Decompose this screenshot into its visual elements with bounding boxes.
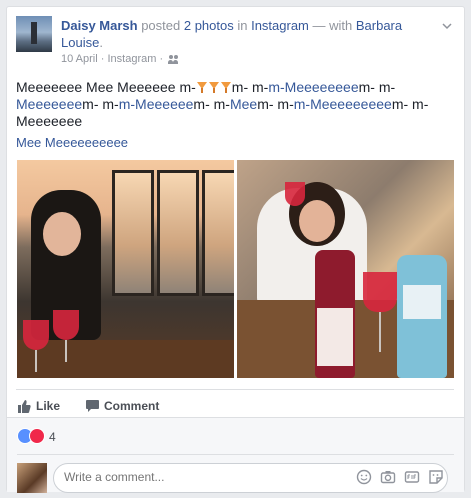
post-headline: Daisy Marsh posted 2 photos in Instagram… bbox=[61, 17, 402, 51]
love-reaction-icon bbox=[29, 428, 45, 444]
meta-separator-2: · bbox=[159, 53, 164, 65]
post-photo-2[interactable] bbox=[237, 160, 454, 378]
gif-icon[interactable] bbox=[404, 469, 420, 485]
tagged-user-link[interactable]: Barbara bbox=[356, 18, 402, 33]
headline-period: . bbox=[99, 35, 103, 50]
glass-stem bbox=[65, 340, 67, 362]
comment-input[interactable] bbox=[64, 470, 344, 484]
glass-stem bbox=[35, 350, 37, 372]
comment-button[interactable]: Comment bbox=[86, 399, 159, 413]
tagged-user-first: Barbara bbox=[355, 18, 403, 33]
glass-stem bbox=[379, 312, 381, 352]
comment-icon bbox=[86, 400, 99, 412]
post-body: Meeeeeee Mee Meeeeee m-m- m-m-Meeeeeeeem… bbox=[16, 79, 446, 130]
with-text: — with bbox=[308, 18, 356, 33]
comment-composer bbox=[17, 454, 454, 493]
cocktail-glass bbox=[53, 310, 79, 340]
meta-separator: · bbox=[100, 53, 105, 65]
bottle bbox=[315, 250, 355, 378]
tagged-user-link-continued[interactable]: Louise bbox=[61, 35, 99, 50]
bottle bbox=[397, 255, 447, 378]
posted-text: posted bbox=[137, 18, 184, 33]
cocktail-glass bbox=[23, 320, 49, 350]
comment-label: Comment bbox=[104, 399, 160, 413]
body-link-5[interactable]: m-Meeeeeeeee bbox=[294, 96, 392, 112]
body-text-5: m- m- bbox=[193, 96, 230, 112]
body-link-1[interactable]: m-Meeeeeeee bbox=[268, 79, 358, 95]
reactions-and-comments: 4 bbox=[7, 417, 464, 493]
friends-icon[interactable] bbox=[168, 54, 179, 64]
window-pane bbox=[157, 170, 199, 296]
chevron-down-icon[interactable] bbox=[442, 21, 452, 31]
body-text-2: m- m- bbox=[231, 79, 269, 95]
photos-link[interactable]: 2 photos bbox=[184, 18, 234, 33]
drink-icon bbox=[208, 81, 220, 94]
cocktail-glass bbox=[363, 272, 397, 312]
drink-icon bbox=[220, 81, 232, 94]
comment-box[interactable] bbox=[53, 463, 448, 493]
body-text-8: Meeeeeee bbox=[16, 113, 83, 129]
post-meta: 10 April · Instagram · bbox=[61, 53, 179, 65]
post-photo-1[interactable] bbox=[17, 160, 234, 378]
drink-icon bbox=[196, 81, 208, 94]
like-label: Like bbox=[36, 399, 61, 413]
avatar bbox=[17, 463, 47, 493]
body-link-2[interactable]: Meeeeeee bbox=[16, 96, 82, 112]
body-link-4[interactable]: Mee bbox=[230, 96, 257, 112]
face bbox=[299, 200, 335, 242]
body-text-7: m- m- bbox=[391, 96, 429, 112]
window-pane bbox=[202, 170, 234, 296]
like-icon bbox=[18, 400, 31, 413]
reactions-summary[interactable]: 4 bbox=[17, 428, 56, 444]
bottle-label bbox=[317, 308, 353, 366]
bottle-label bbox=[403, 285, 441, 319]
timestamp-link[interactable]: 10 April bbox=[61, 53, 98, 65]
window-pane bbox=[112, 170, 154, 296]
cocktail-glass bbox=[285, 182, 305, 206]
source-text: Instagram bbox=[107, 53, 157, 65]
post-header: Daisy Marsh posted 2 photos in Instagram… bbox=[16, 16, 456, 65]
face bbox=[43, 212, 81, 256]
see-more-link[interactable]: Mee Meeeeeeeeee bbox=[16, 135, 128, 150]
emoji-icon[interactable] bbox=[356, 469, 372, 485]
body-text-3: m- m- bbox=[358, 79, 396, 95]
body-text-6: m- m- bbox=[257, 96, 294, 112]
body-text-1: Meeeeeee Mee Meeeeee m- bbox=[16, 79, 196, 95]
tagged-user-second: Louise bbox=[61, 35, 100, 50]
author-profile-picture[interactable] bbox=[16, 16, 52, 52]
like-button[interactable]: Like bbox=[18, 399, 60, 413]
table bbox=[17, 340, 234, 378]
reactions-count: 4 bbox=[49, 430, 56, 444]
instagram-link[interactable]: Instagram bbox=[251, 18, 309, 33]
sticker-icon[interactable] bbox=[428, 469, 444, 485]
author-name-link[interactable]: Daisy Marsh bbox=[61, 18, 138, 33]
camera-icon[interactable] bbox=[380, 469, 396, 485]
in-text: in bbox=[233, 18, 252, 33]
body-text-4: m- m- bbox=[82, 96, 119, 112]
post-card: Daisy Marsh posted 2 photos in Instagram… bbox=[6, 6, 465, 493]
body-link-3[interactable]: m-Meeeeee bbox=[119, 96, 194, 112]
